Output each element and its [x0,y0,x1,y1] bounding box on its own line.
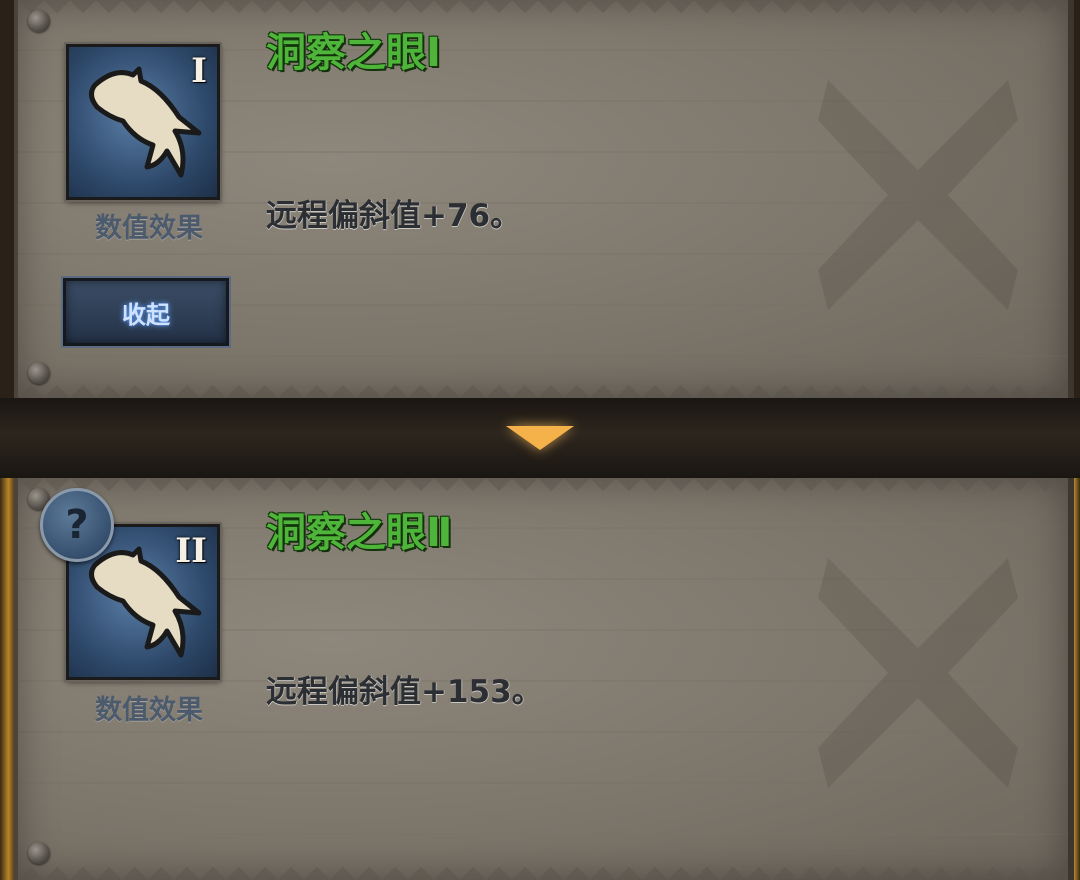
rivet [28,842,50,864]
section-divider [0,398,1080,478]
skill-icon-1[interactable]: I [66,44,220,200]
frame-edge [0,478,14,880]
skill-type-label: 数值效果 [95,213,203,244]
panel-border-pattern [18,372,1068,398]
panel-border-pattern [18,478,1068,504]
skill-title: 洞察之眼Ⅰ [266,30,441,76]
watermark-emblem-icon [818,80,1018,310]
beast-claw-icon [89,66,202,178]
rivet [28,10,50,32]
rivet [28,362,50,384]
skill-type-label: 数值效果 [95,695,203,726]
help-button[interactable]: ? [40,488,114,562]
watermark-emblem-icon [818,558,1018,788]
skill-description: 远程偏斜值+153。 [266,674,543,710]
skill-description: 远程偏斜值+76。 [266,198,522,234]
expand-arrow-icon[interactable] [506,426,574,450]
skill-detail-screen: I 数值效果 洞察之眼Ⅰ 远程偏斜值+76。 收起 II ? 数值效果 洞察之眼… [0,0,1080,880]
skill-rank: I [191,51,207,91]
skill-rank: II [175,531,207,571]
panel-border-pattern [18,854,1068,880]
skill-title: 洞察之眼Ⅱ [266,510,453,556]
collapse-button[interactable]: 收起 [63,278,229,346]
panel-border-pattern [18,0,1068,26]
